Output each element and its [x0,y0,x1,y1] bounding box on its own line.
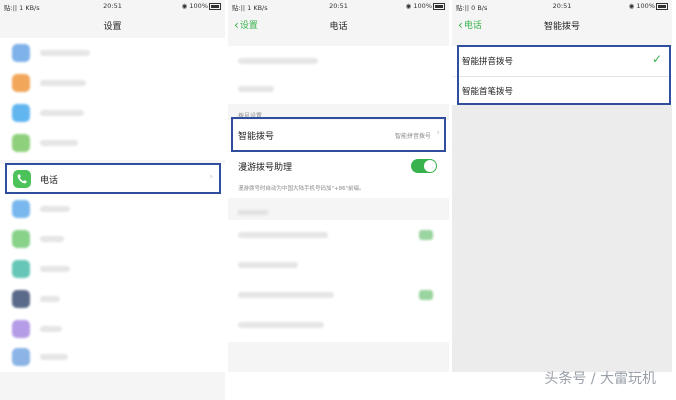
screenshot-canvas: 贴:|| 1 KB/s 20:51 ◉ 100% 设置 电话 › 贴:|| 1 … [0,0,676,400]
settings-group-blurred [0,38,225,160]
list-item[interactable] [0,314,225,344]
battery-indicator: ◉ 100% [629,2,668,10]
blurred-section-header [238,210,268,215]
battery-icon [656,2,668,10]
settings-group-blurred-lower [0,194,225,372]
roaming-description: 漫游拨号时自动为中国大陆手机号码加"+86"前缀。 [238,186,365,192]
list-item[interactable] [0,284,225,314]
phone-settings-panel: 贴:|| 1 KB/s 20:51 ◉ 100% ‹设置 电话 拨号设置 智能拨… [228,0,449,372]
smart-dial-panel: 贴:|| 0 B/s 20:51 ◉ 100% ‹电话 智能拨号 智能拼音拨号 … [452,0,672,372]
battery-icon [209,2,221,10]
battery-indicator: ◉ 100% [182,2,221,10]
roaming-description-row: 漫游拨号时自动为中国大陆手机号码加"+86"前缀。 [228,180,449,198]
roaming-label: 漫游拨号助理 [238,163,293,173]
roaming-toggle[interactable] [411,159,437,173]
list-item[interactable] [228,74,449,104]
list-item[interactable] [0,224,225,254]
nav-bar: ‹设置 电话 [228,13,449,39]
toggle-knob [424,160,436,172]
list-item[interactable] [0,68,225,98]
list-item[interactable] [0,38,225,68]
list-item[interactable] [0,98,225,128]
list-item[interactable] [228,220,449,250]
watermark: 头条号 / 大雷玩机 [544,371,656,387]
list-item[interactable] [0,342,225,372]
page-title: 智能拨号 [543,22,580,32]
status-bar: 贴:|| 1 KB/s 20:51 ◉ 100% [0,0,225,13]
highlight-box [231,117,446,152]
list-item[interactable] [0,254,225,284]
list-item[interactable] [228,310,449,340]
page-title: 电话 [329,22,348,32]
roaming-assistant-row[interactable]: 漫游拨号助理 [228,152,449,180]
settings-group-blurred [228,46,449,104]
empty-area [452,112,672,372]
list-item[interactable] [0,194,225,224]
list-item[interactable] [228,46,449,76]
status-bar: 贴:|| 0 B/s 20:51 ◉ 100% [452,0,672,13]
highlight-box [5,163,221,194]
highlight-box [457,45,671,105]
list-item[interactable] [0,128,225,158]
nav-bar: 设置 [0,13,225,39]
page-title: 设置 [103,22,122,32]
nav-bar: ‹电话 智能拨号 [452,13,672,39]
battery-icon [433,2,445,10]
list-item[interactable] [228,250,449,280]
list-item[interactable] [228,280,449,310]
status-bar: 贴:|| 1 KB/s 20:51 ◉ 100% [228,0,449,13]
battery-indicator: ◉ 100% [406,2,445,10]
settings-panel: 贴:|| 1 KB/s 20:51 ◉ 100% 设置 电话 › [0,0,225,400]
settings-group-blurred-lower [228,220,449,342]
